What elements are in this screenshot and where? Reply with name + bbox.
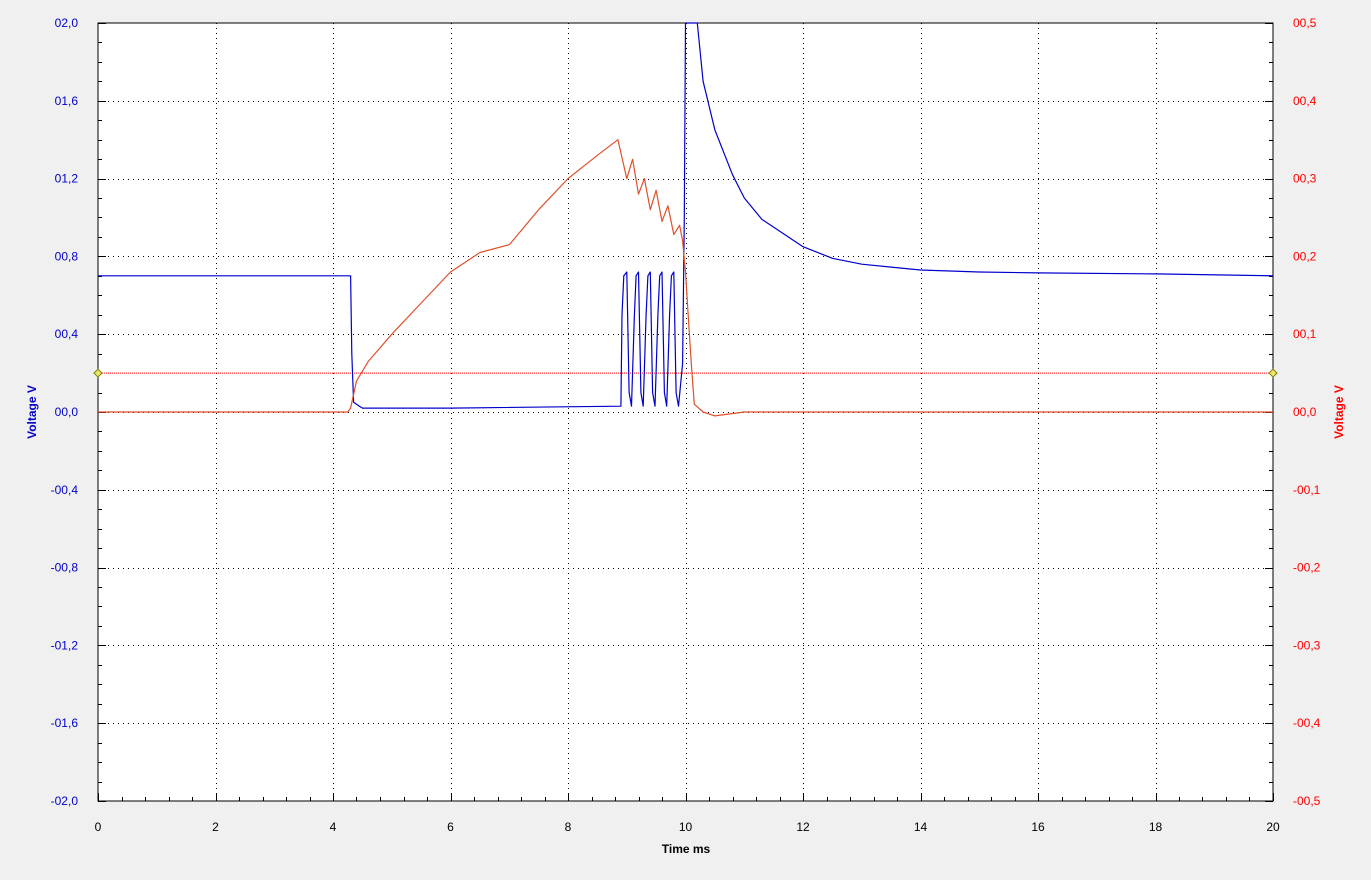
- right-tick-label: 00,2: [1293, 249, 1317, 263]
- left-tick-label: -00,4: [51, 483, 79, 497]
- right-tick-label: 00,5: [1293, 16, 1317, 30]
- right-tick-label: -00,1: [1293, 483, 1321, 497]
- left-tick-label: -02,0: [51, 794, 79, 808]
- x-tick-label: 14: [914, 820, 928, 834]
- right-tick-label: -00,3: [1293, 638, 1321, 652]
- x-tick-label: 10: [679, 820, 693, 834]
- x-tick-label: 12: [796, 820, 810, 834]
- left-tick-label: -00,8: [51, 561, 79, 575]
- x-tick-label: 4: [330, 820, 337, 834]
- right-tick-label: 00,1: [1293, 327, 1317, 341]
- right-tick-label: -00,4: [1293, 716, 1321, 730]
- right-axis-title: Voltage V: [1332, 385, 1346, 439]
- left-tick-label: 00,4: [55, 327, 79, 341]
- x-tick-label: 2: [212, 820, 219, 834]
- right-tick-label: -00,2: [1293, 561, 1321, 575]
- oscilloscope-chart: 02,0 01,6 01,2 00,8 00,4 00,0 -00,4 -00,8 -01,2 -…: [0, 0, 1371, 880]
- x-tick-label: 8: [565, 820, 572, 834]
- left-tick-label: 00,0: [55, 405, 79, 419]
- left-axis-title: Voltage V: [25, 385, 39, 439]
- right-tick-label: 00,4: [1293, 94, 1317, 108]
- x-tick-label: 16: [1031, 820, 1045, 834]
- left-tick-label: 02,0: [55, 16, 79, 30]
- right-tick-label: -00,5: [1293, 794, 1321, 808]
- x-tick-label: 20: [1266, 820, 1280, 834]
- x-tick-label: 18: [1149, 820, 1163, 834]
- right-tick-label: 00,0: [1293, 405, 1317, 419]
- left-tick-label: -01,2: [51, 638, 79, 652]
- left-tick-label: -01,6: [51, 716, 79, 730]
- x-axis-title: Time ms: [662, 842, 711, 856]
- x-tick-label: 0: [95, 820, 102, 834]
- left-tick-label: 01,2: [55, 172, 79, 186]
- right-tick-label: 00,3: [1293, 172, 1317, 186]
- left-tick-label: 01,6: [55, 94, 79, 108]
- left-tick-label: 00,8: [55, 249, 79, 263]
- x-tick-label: 6: [447, 820, 454, 834]
